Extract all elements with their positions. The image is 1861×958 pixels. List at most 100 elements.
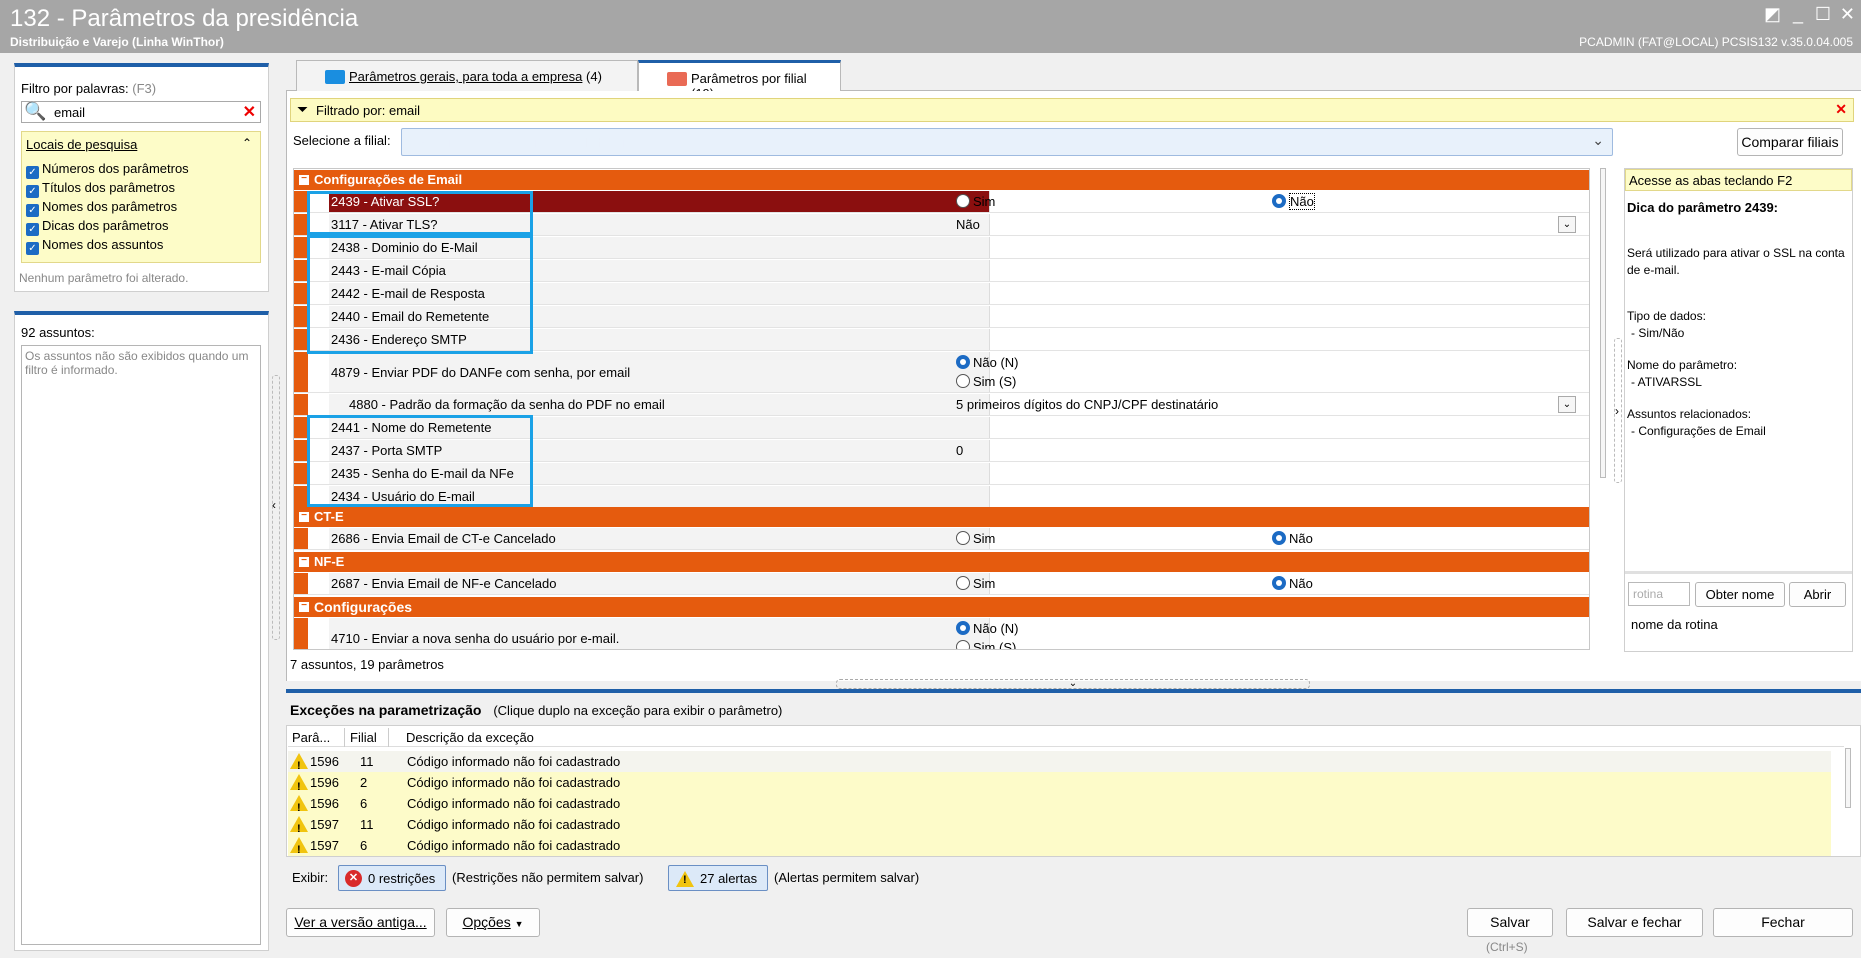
warning-icon <box>290 774 308 798</box>
column-header[interactable]: Filial <box>350 730 377 745</box>
param-row[interactable]: 4880 - Padrão da formação da senha do PD… <box>294 394 1589 416</box>
save-close-button[interactable]: Salvar e fechar <box>1566 908 1703 937</box>
location-checkbox[interactable]: ✓ Números dos parâmetros <box>26 160 189 179</box>
radio-option[interactable]: Sim <box>956 191 995 213</box>
location-checkbox[interactable]: ✓ Nomes dos assuntos <box>26 236 189 255</box>
category-header[interactable]: − Configurações <box>294 597 1589 617</box>
exception-row[interactable]: 15976Código informado não foi cadastrado <box>288 835 1831 861</box>
get-name-button[interactable]: Obter nome <box>1695 582 1785 607</box>
radio-option[interactable]: Não <box>1272 528 1313 550</box>
restrictions-button[interactable]: ✕ 0 restrições <box>338 865 446 891</box>
warning-icon <box>290 837 308 861</box>
column-header[interactable]: Parâ... <box>292 730 330 745</box>
routine-input[interactable]: rotina <box>1628 582 1690 606</box>
param-value[interactable] <box>956 283 1586 304</box>
param-row[interactable]: 4710 - Enviar a nova senha do usuário po… <box>294 618 1589 649</box>
radio-option[interactable]: Não <box>1272 191 1315 213</box>
radio-option[interactable]: Sim <box>956 528 995 550</box>
save-button[interactable]: Salvar <box>1467 908 1553 937</box>
exception-row[interactable]: 159611Código informado não foi cadastrad… <box>288 751 1831 777</box>
branch-select[interactable]: 1 - TOTVS SA - SANTA CATARINA TSS ⌄ <box>401 128 1613 156</box>
radio-option[interactable]: Sim (S) <box>956 372 1586 391</box>
chevron-down-icon[interactable]: ⌄ <box>1558 216 1576 233</box>
category-header[interactable]: − CT-E <box>294 507 1589 527</box>
collapse-icon[interactable]: − <box>299 556 309 567</box>
location-checkbox[interactable]: ✓ Nomes dos parâmetros <box>26 198 189 217</box>
exception-row[interactable]: 159711Código informado não foi cadastrad… <box>288 814 1831 840</box>
alerts-note: (Alertas permitem salvar) <box>774 870 920 885</box>
open-button[interactable]: Abrir <box>1789 582 1846 607</box>
warning-icon <box>290 753 308 777</box>
maximize-icon[interactable]: ☐ <box>1815 4 1831 25</box>
exception-row[interactable]: 15962Código informado não foi cadastrado <box>288 772 1831 798</box>
radio-option[interactable]: Sim (S) <box>956 638 1586 649</box>
collapse-left-icon[interactable]: ‹ <box>272 498 276 512</box>
clear-filter-icon[interactable]: ✕ <box>243 102 256 122</box>
param-row[interactable]: 2686 - Envia Email de CT-e Cancelado Sim… <box>294 528 1589 550</box>
folder-icon <box>667 72 687 86</box>
collapse-icon[interactable]: − <box>299 174 309 185</box>
radio-option[interactable]: Não <box>1272 573 1313 595</box>
warning-icon <box>290 795 308 819</box>
no-change-text: Nenhum parâmetro foi alterado. <box>19 271 189 285</box>
collapse-icon[interactable]: ⌃ <box>242 136 252 150</box>
location-checkbox[interactable]: ✓ Títulos dos parâmetros <box>26 179 189 198</box>
category-header[interactable]: − NF-E <box>294 552 1589 572</box>
highlight-box <box>307 191 533 235</box>
param-value: Não (N) Sim (S) <box>956 619 1586 649</box>
options-button[interactable]: Opções ▼ <box>446 908 540 937</box>
column-header[interactable]: Descrição da exceção <box>406 730 534 745</box>
show-label: Exibir: <box>292 870 329 885</box>
horizontal-splitter[interactable]: ⌄ <box>836 679 1310 689</box>
chevron-down-icon[interactable]: ⌄ <box>1558 396 1576 413</box>
filter-panel: Filtro por palavras: (F3) 🔍 email ✕ Loca… <box>14 63 269 292</box>
location-checkbox[interactable]: ✓ Dicas dos parâmetros <box>26 217 189 236</box>
restrictions-note: (Restrições não permitem salvar) <box>452 870 644 885</box>
param-value[interactable] <box>956 306 1586 327</box>
error-icon: ✕ <box>345 870 362 887</box>
param-value[interactable] <box>956 463 1586 484</box>
radio-option[interactable]: Não (N) <box>956 353 1586 372</box>
check-icon: ✓ <box>26 166 39 179</box>
collapse-icon[interactable]: − <box>299 601 309 612</box>
compare-branches-button[interactable]: Comparar filiais <box>1737 128 1843 156</box>
minimize-icon[interactable]: _ <box>1793 4 1803 25</box>
grid-scrollbar[interactable] <box>1600 168 1606 478</box>
param-value[interactable]: 0 <box>956 440 1586 461</box>
subjects-list[interactable]: Os assuntos não são exibidos quando um f… <box>21 345 261 945</box>
tab-general-params[interactable]: Parâmetros gerais, para toda a empresa (… <box>296 60 638 92</box>
filter-input[interactable]: 🔍 email ✕ <box>21 101 261 123</box>
old-version-button[interactable]: Ver a versão antiga... <box>286 908 435 937</box>
save-shortcut: (Ctrl+S) <box>1486 940 1528 954</box>
exception-row[interactable]: 15966Código informado não foi cadastrado <box>288 793 1831 819</box>
branch-label: Selecione a filial: <box>293 133 391 148</box>
param-row[interactable]: 4879 - Enviar PDF do DANFe com senha, po… <box>294 352 1589 393</box>
radio-option[interactable]: Não (N) <box>956 619 1586 638</box>
tab-branch-params[interactable]: Parâmetros por filial (19) <box>638 60 841 101</box>
param-value[interactable] <box>956 329 1586 350</box>
collapse-icon[interactable]: − <box>299 511 309 522</box>
clear-filter-bar-icon[interactable]: ✕ <box>1835 101 1847 118</box>
radio-option[interactable]: Sim <box>956 573 995 595</box>
param-value[interactable] <box>956 486 1586 507</box>
expand-icon[interactable]: › <box>1615 404 1619 418</box>
highlight-box <box>307 415 533 507</box>
param-value[interactable] <box>956 260 1586 281</box>
category-header[interactable]: − Configurações de Email <box>294 170 1589 190</box>
filtered-by-bar: ⏷ Filtrado por: email ✕ <box>290 98 1854 122</box>
param-row[interactable]: 2687 - Envia Email de NF-e Cancelado Sim… <box>294 573 1589 595</box>
alerts-button[interactable]: 27 alertas <box>668 865 768 891</box>
filtered-by-text: Filtrado por: email <box>316 103 421 118</box>
param-value[interactable] <box>956 237 1586 258</box>
param-value: Sim Não <box>956 573 1586 594</box>
restore-icon[interactable]: ◩ <box>1764 4 1781 25</box>
close-icon[interactable]: ✕ <box>1840 4 1855 25</box>
param-value[interactable] <box>956 417 1586 438</box>
close-button[interactable]: Fechar <box>1713 908 1853 937</box>
tab-label: Parâmetros gerais, para toda a empresa <box>349 69 583 84</box>
exceptions-header: Exceções na parametrização (Clique duplo… <box>290 702 782 718</box>
param-label: 2686 - Envia Email de CT-e Cancelado <box>329 528 990 549</box>
param-value[interactable]: 5 primeiros dígitos do CNPJ/CPF destinat… <box>956 394 1586 415</box>
param-value[interactable]: Não ⌄ <box>956 214 1586 235</box>
exceptions-scrollbar[interactable] <box>1845 748 1851 808</box>
